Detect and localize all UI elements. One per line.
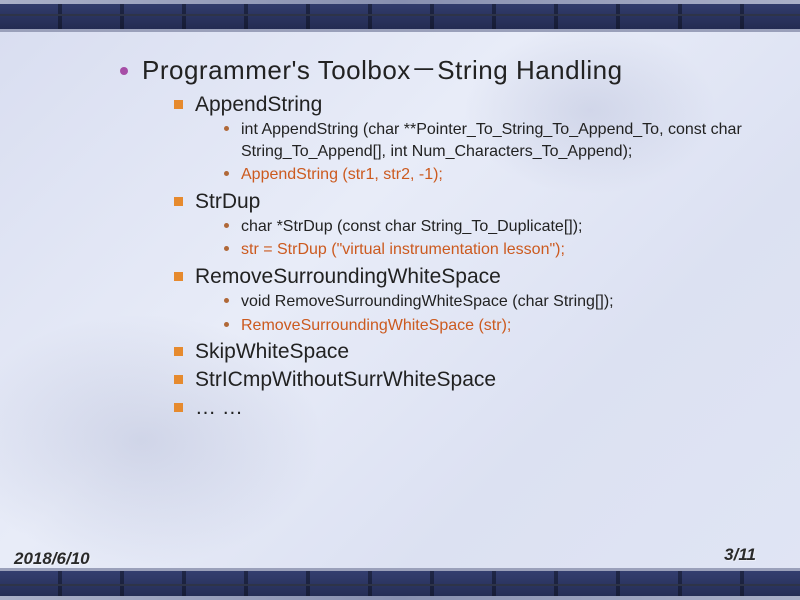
list-item: AppendString int AppendString (char **Po… (174, 93, 770, 186)
code-example: str = StrDup ("virtual instrumentation l… (241, 239, 565, 261)
code-signature: char *StrDup (const char String_To_Dupli… (241, 216, 582, 238)
list-item: int AppendString (char **Pointer_To_Stri… (224, 119, 770, 162)
section-heading: AppendString (195, 93, 322, 117)
list-item: StrDup char *StrDup (const char String_T… (174, 190, 770, 261)
bullet-square-icon (174, 197, 183, 206)
footer-page-number: 3/11 (724, 545, 756, 565)
bullet-square-icon (174, 347, 183, 356)
bullet-dot-icon (224, 322, 229, 327)
bullet-dot-icon (224, 171, 229, 176)
section-heading: RemoveSurroundingWhiteSpace (195, 265, 501, 289)
bottom-border-decoration (0, 570, 800, 600)
bullet-square-icon (174, 272, 183, 281)
bullet-disc-icon (120, 67, 128, 75)
section-heading: StrDup (195, 190, 260, 214)
code-signature: void RemoveSurroundingWhiteSpace (char S… (241, 291, 614, 313)
list-item: str = StrDup ("virtual instrumentation l… (224, 239, 770, 261)
bullet-square-icon (174, 375, 183, 384)
footer-date: 2018/6/10 (14, 549, 90, 569)
bullet-dot-icon (224, 223, 229, 228)
bullet-dot-icon (224, 126, 229, 131)
bullet-dot-icon (224, 246, 229, 251)
list-item: RemoveSurroundingWhiteSpace void RemoveS… (174, 265, 770, 336)
list-item: RemoveSurroundingWhiteSpace (str); (224, 315, 770, 337)
code-example: RemoveSurroundingWhiteSpace (str); (241, 315, 511, 337)
outline-level-1: Programmer's Toolbox－String Handling App… (120, 50, 770, 420)
section-heading: SkipWhiteSpace (195, 340, 349, 364)
outline-level-3: int AppendString (char **Pointer_To_Stri… (224, 119, 770, 186)
slide-title: Programmer's Toolbox－String Handling (142, 50, 623, 87)
bullet-square-icon (174, 100, 183, 109)
slide-content: Programmer's Toolbox－String Handling App… (0, 50, 800, 560)
list-item: AppendString (str1, str2, -1); (224, 164, 770, 186)
outline-level-3: char *StrDup (const char String_To_Dupli… (224, 216, 770, 261)
outline-level-3: void RemoveSurroundingWhiteSpace (char S… (224, 291, 770, 336)
list-item: SkipWhiteSpace (174, 340, 770, 364)
list-item: void RemoveSurroundingWhiteSpace (char S… (224, 291, 770, 313)
list-item: StrICmpWithoutSurrWhiteSpace (174, 368, 770, 392)
top-border-decoration (0, 0, 800, 30)
section-heading: StrICmpWithoutSurrWhiteSpace (195, 368, 496, 392)
section-heading: … … (195, 396, 243, 420)
code-example: AppendString (str1, str2, -1); (241, 164, 443, 186)
list-item: char *StrDup (const char String_To_Dupli… (224, 216, 770, 238)
code-signature: int AppendString (char **Pointer_To_Stri… (241, 119, 770, 162)
list-item: … … (174, 396, 770, 420)
bullet-square-icon (174, 403, 183, 412)
bullet-dot-icon (224, 298, 229, 303)
outline-level-2: AppendString int AppendString (char **Po… (174, 93, 770, 420)
